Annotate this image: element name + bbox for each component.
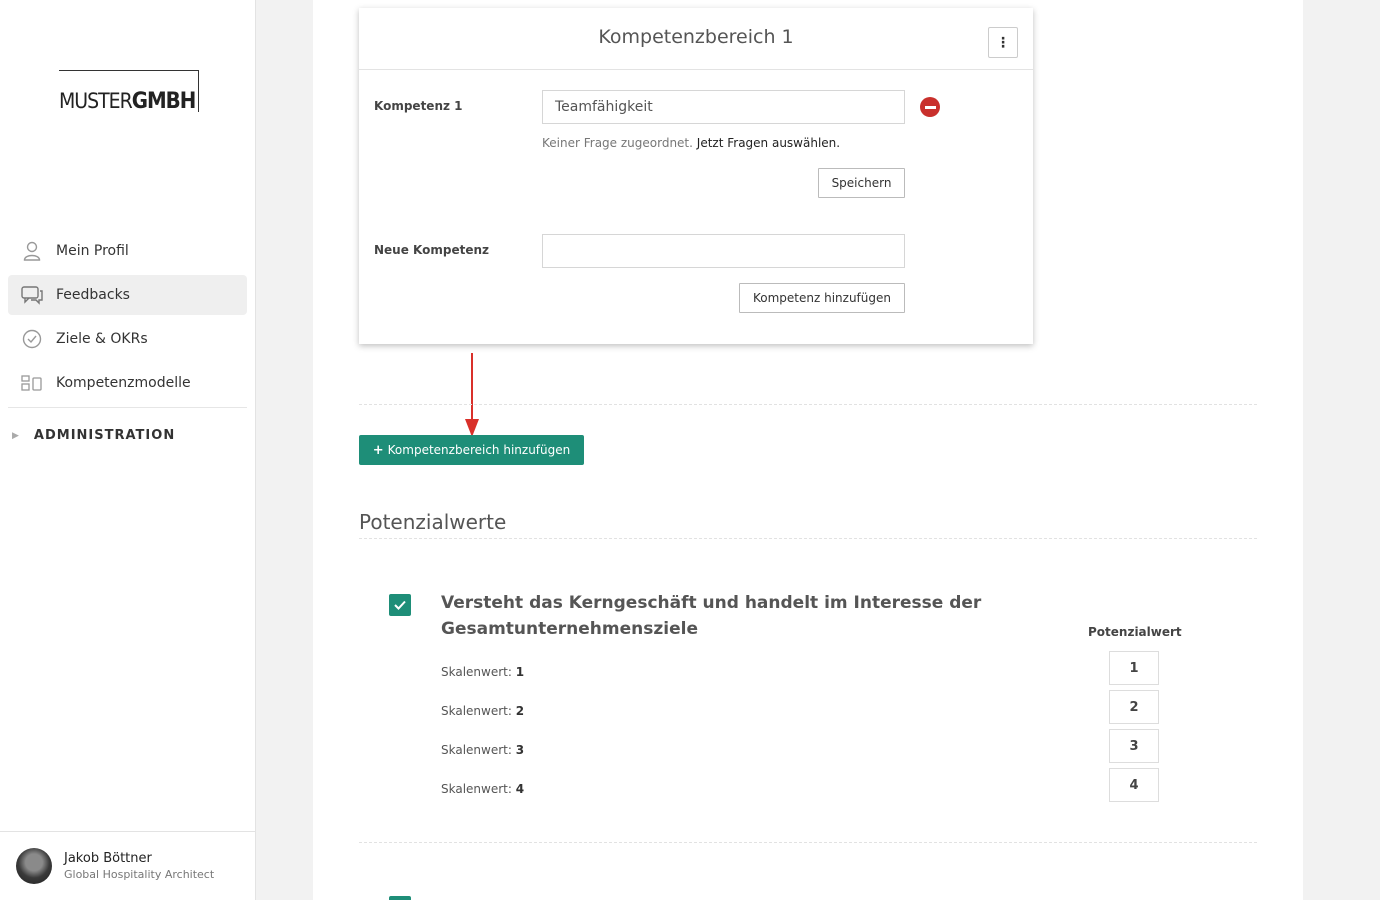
check-icon xyxy=(394,600,406,610)
sidebar-divider xyxy=(8,407,247,408)
scale-row: Skalenwert: 4 xyxy=(441,782,525,796)
card-title: Kompetenzbereich 1 xyxy=(598,26,794,48)
kompetenz-input[interactable]: Teamfähigkeit xyxy=(542,90,905,124)
modules-icon xyxy=(8,375,56,391)
sidebar-item-feedbacks[interactable]: Feedbacks xyxy=(8,275,247,315)
kebab-icon: ⋮ xyxy=(996,34,1010,51)
scale-row: Skalenwert: 3 xyxy=(441,743,525,757)
card-header: Kompetenzbereich 1 ⋮ xyxy=(359,8,1033,70)
user-role: Global Hospitality Architect xyxy=(64,868,215,881)
scale-row: Skalenwert: 1 xyxy=(441,665,525,679)
select-questions-link[interactable]: Jetzt Fragen auswählen. xyxy=(697,136,840,150)
scale-row: Skalenwert: 2 xyxy=(441,704,525,718)
divider xyxy=(359,404,1257,405)
potential-value-input[interactable]: 2 xyxy=(1109,690,1159,724)
potential-value-input[interactable]: 3 xyxy=(1109,729,1159,763)
minus-icon xyxy=(924,105,936,109)
user-profile[interactable]: Jakob Böttner Global Hospitality Archite… xyxy=(0,831,256,900)
check-circle-icon xyxy=(8,329,56,349)
more-options-button[interactable]: ⋮ xyxy=(988,27,1018,58)
plus-icon: + xyxy=(372,442,384,458)
chat-icon xyxy=(8,285,56,305)
admin-label: ADMINISTRATION xyxy=(33,428,176,443)
sidebar-item-label: Ziele & OKRs xyxy=(56,331,148,347)
sidebar-item-mein-profil[interactable]: Mein Profil xyxy=(8,231,247,271)
company-logo[interactable]: MUSTERGMBH xyxy=(59,70,199,114)
sidebar-item-kompetenzmodelle[interactable]: Kompetenzmodelle xyxy=(8,363,247,403)
potential-column-header: Potenzialwert xyxy=(1088,625,1182,639)
question-checkbox[interactable] xyxy=(389,896,411,900)
potential-value-input[interactable]: 4 xyxy=(1109,768,1159,802)
add-kompetenz-button[interactable]: Kompetenz hinzufügen xyxy=(739,283,905,313)
user-name: Jakob Böttner xyxy=(64,851,152,866)
sidebar-nav: Mein Profil Feedbacks Ziele & OKRs Kompe… xyxy=(8,231,247,408)
new-kompetenz-input[interactable] xyxy=(542,234,905,268)
new-kompetenz-label: Neue Kompetenz xyxy=(374,243,490,257)
sidebar-item-label: Kompetenzmodelle xyxy=(56,375,191,391)
add-kompetenzbereich-button[interactable]: + Kompetenzbereich hinzufügen xyxy=(359,435,584,465)
remove-kompetenz-button[interactable] xyxy=(920,97,940,117)
question-hint: Keiner Frage zugeordnet. Jetzt Fragen au… xyxy=(542,136,841,150)
sidebar-item-label: Feedbacks xyxy=(56,287,130,303)
sidebar-admin-toggle[interactable]: ▶ ADMINISTRATION xyxy=(12,428,175,443)
kompetenzbereich-card: Kompetenzbereich 1 ⋮ Kompetenz 1 Teamfäh… xyxy=(359,8,1033,344)
annotation-arrow-icon xyxy=(465,353,479,437)
question-title: Versteht das Kerngeschäft und handelt im… xyxy=(441,593,982,639)
section-title: Potenzialwerte xyxy=(359,510,507,534)
main-content: Kompetenzbereich 1 ⋮ Kompetenz 1 Teamfäh… xyxy=(313,0,1303,900)
sidebar-item-ziele-okrs[interactable]: Ziele & OKRs xyxy=(8,319,247,359)
potential-value-input[interactable]: 1 xyxy=(1109,651,1159,685)
user-icon xyxy=(8,241,56,261)
avatar xyxy=(16,848,52,884)
caret-right-icon: ▶ xyxy=(12,430,20,441)
divider xyxy=(359,538,1257,539)
kompetenz-label: Kompetenz 1 xyxy=(374,99,463,113)
save-button[interactable]: Speichern xyxy=(818,168,905,198)
question-checkbox[interactable] xyxy=(389,594,411,616)
divider xyxy=(359,842,1257,843)
sidebar-item-label: Mein Profil xyxy=(56,243,129,259)
sidebar: MUSTERGMBH Mein Profil Feedbacks Ziele &… xyxy=(0,0,256,900)
